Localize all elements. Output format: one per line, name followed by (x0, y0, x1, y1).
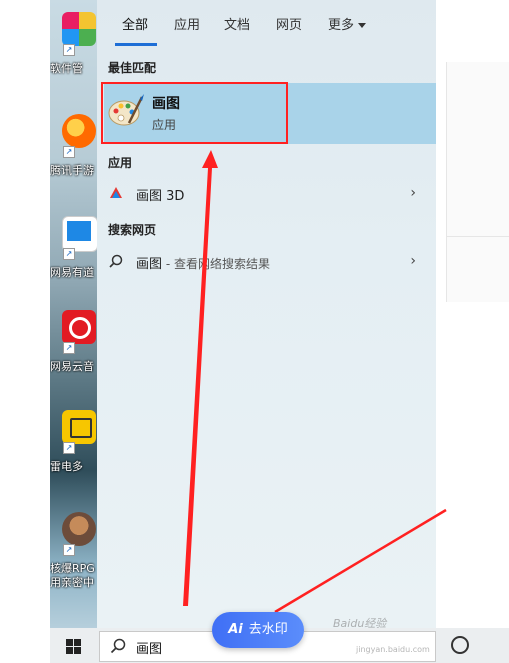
chevron-right-icon[interactable]: › (410, 185, 416, 201)
chevron-down-icon (358, 23, 367, 28)
game-assistant-icon (62, 114, 96, 148)
desktop-icon-label: 用亲密中 (50, 576, 94, 589)
web-result-query: 画图 (136, 257, 163, 272)
netease-music-icon (62, 310, 96, 344)
watermark: Baidu经验 (333, 617, 387, 630)
desktop-icon-youdao[interactable]: ↗ 网易有道 (50, 208, 97, 294)
desktop-icon-netease-music[interactable]: ↗ 网易云音 (50, 302, 97, 388)
search-icon (110, 638, 126, 654)
desktop-icon-label: 雷电多 (50, 460, 83, 473)
tab-more[interactable]: 更多 (328, 14, 367, 33)
remove-watermark-button[interactable]: Ai 去水印 (212, 612, 304, 648)
shortcut-arrow-icon: ↗ (63, 44, 75, 56)
tab-all[interactable]: 全部 (122, 14, 148, 33)
web-search-heading: 搜索网页 (108, 223, 157, 237)
desktop-icon-software-manager[interactable]: ↗ 软件管 (50, 4, 97, 90)
tab-documents[interactable]: 文档 (224, 14, 250, 33)
desktop-icon-ldplayer[interactable]: ↗ 雷电多 (50, 402, 97, 488)
app-result-paint3d[interactable]: 画图 3D › (97, 178, 436, 210)
desktop-icon-label: 网易云音 (50, 360, 94, 373)
shortcut-arrow-icon: ↗ (63, 248, 75, 260)
web-result-label: 画图 - 查看网络搜索结果 (136, 253, 270, 272)
rpg-game-icon (62, 512, 96, 546)
app-result-label: 画图 3D (136, 189, 185, 204)
shortcut-arrow-icon: ↗ (63, 146, 75, 158)
tab-apps[interactable]: 应用 (174, 14, 200, 33)
desktop-icon-label: 网易有道 (50, 266, 94, 279)
shortcut-arrow-icon: ↗ (63, 544, 75, 556)
start-button[interactable] (50, 628, 96, 663)
desktop-icon-game-assistant[interactable]: ↗ 腾讯手游 (50, 106, 97, 192)
apps-heading: 应用 (108, 156, 133, 170)
windows-logo-icon (66, 639, 81, 654)
watermark-url: jingyan.baidu.com (356, 645, 430, 654)
chevron-right-icon[interactable]: › (410, 253, 416, 269)
desktop-icon-label: 腾讯手游 (50, 164, 94, 177)
tab-web[interactable]: 网页 (276, 14, 302, 33)
web-result-item[interactable]: 画图 - 查看网络搜索结果 › (97, 246, 436, 278)
shortcut-arrow-icon: ↗ (63, 442, 75, 454)
tab-more-label: 更多 (328, 18, 355, 33)
ai-badge: Ai (228, 622, 243, 637)
ldplayer-icon (62, 410, 96, 444)
youdao-icon (62, 216, 97, 252)
search-query-text: 画图 (136, 642, 163, 657)
cortana-icon[interactable] (451, 636, 469, 654)
search-tabs: 全部 应用 文档 网页 更多 (97, 0, 436, 48)
active-tab-indicator (115, 43, 157, 46)
desktop-icon-rpg-game[interactable]: ↗ 核爆RPG 用亲密中 (50, 504, 97, 590)
best-match-heading: 最佳匹配 (108, 61, 157, 75)
desktop-icon-label: 核爆RPG (50, 562, 95, 575)
annotation-box-best-match (101, 82, 288, 144)
shortcut-arrow-icon: ↗ (63, 342, 75, 354)
search-icon (109, 254, 123, 268)
remove-watermark-label: 去水印 (248, 622, 288, 637)
web-result-suffix: - 查看网络搜索结果 (162, 257, 270, 271)
preview-pane (446, 62, 509, 302)
paint3d-icon (110, 187, 122, 198)
desktop-area: ↗ 软件管 ↗ 腾讯手游 ↗ 网易有道 ↗ 网易云音 ↗ 雷电多 ↗ 核爆RPG… (50, 0, 97, 628)
divider (446, 236, 509, 237)
pinwheel-app-icon (62, 12, 96, 46)
desktop-icon-label: 软件管 (50, 62, 83, 75)
